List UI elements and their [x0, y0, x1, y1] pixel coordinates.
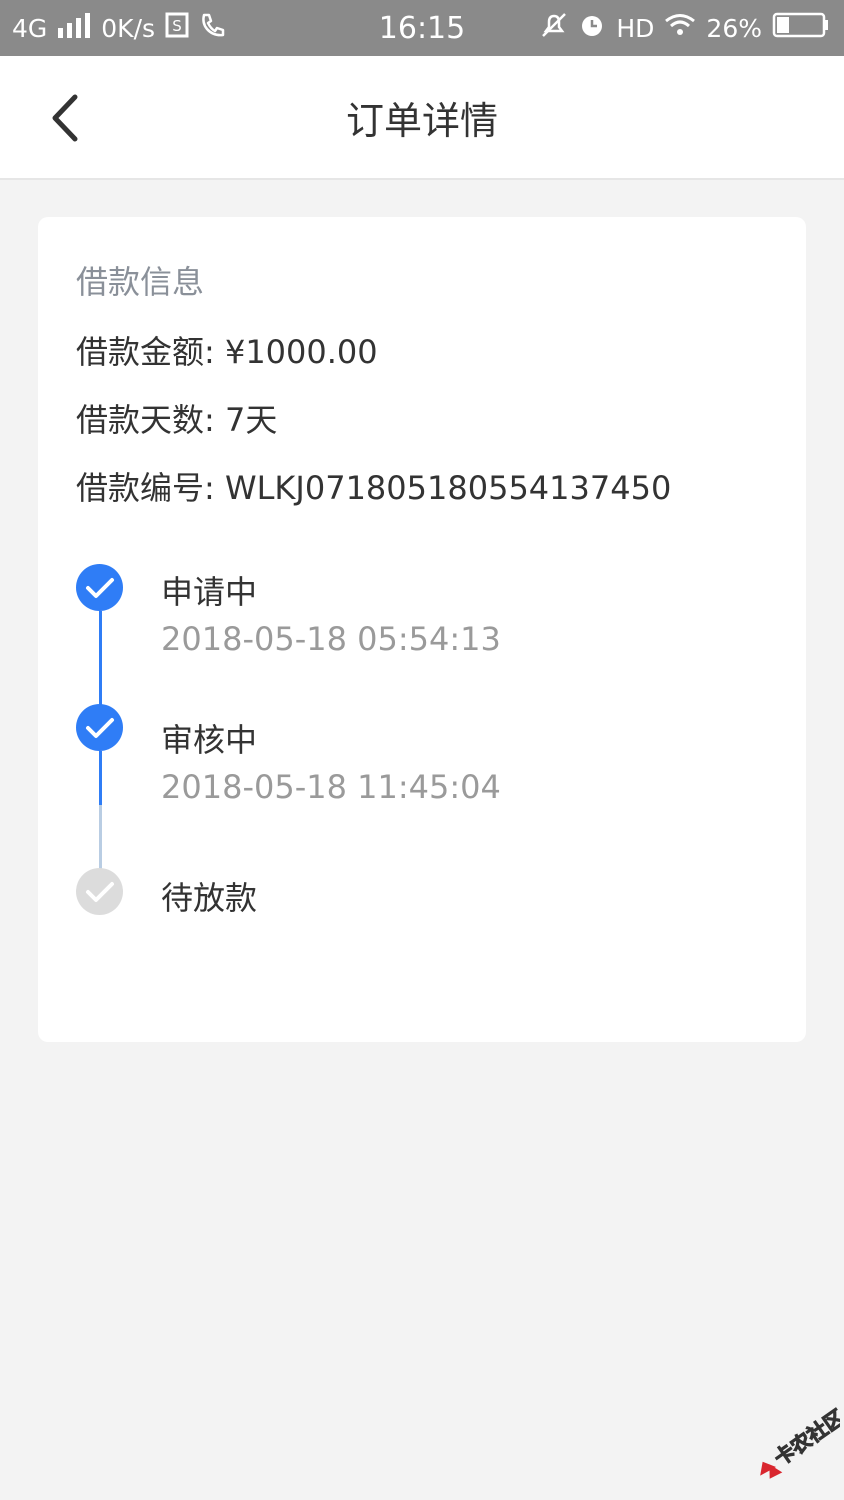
battery-icon [772, 12, 830, 44]
hd-label: HD [616, 13, 655, 43]
page-title: 订单详情 [345, 98, 498, 143]
svg-text:卡农社区: 卡农社区 [770, 1405, 840, 1470]
section-title: 借款信息 [76, 263, 205, 301]
step-time: 2018-05-18 11:45:04 [161, 768, 501, 806]
step-done-icon [76, 564, 123, 611]
loan-days: 借款天数: 7天 [76, 401, 278, 439]
status-bar: 4G 0K/s S 16:15 HD 26% [0, 0, 844, 56]
alarm-icon [578, 11, 606, 45]
step-pending-icon [76, 868, 123, 915]
wifi-icon [664, 12, 696, 44]
nav-bar: 订单详情 [0, 56, 844, 180]
status-right: HD 26% [540, 0, 830, 56]
loan-info-card: 借款信息 借款金额: ¥1000.00 借款天数: 7天 借款编号: WLKJ0… [38, 217, 806, 1042]
timeline-connector-3 [99, 805, 102, 869]
loan-amount: 借款金额: ¥1000.00 [76, 333, 378, 371]
step-time: 2018-05-18 05:54:13 [161, 620, 501, 658]
timeline-connector-2 [99, 751, 102, 805]
step-done-icon [76, 704, 123, 751]
step-label: 申请中 [161, 573, 258, 611]
step-label: 待放款 [161, 879, 258, 917]
timeline-connector-1 [99, 611, 102, 707]
loan-number: 借款编号: WLKJ071805180554137450 [76, 469, 672, 507]
battery-level: 26% [706, 13, 762, 43]
step-label: 审核中 [161, 721, 258, 759]
watermark-logo: 卡农社区 [740, 1404, 844, 1485]
mute-bell-icon [540, 11, 568, 45]
